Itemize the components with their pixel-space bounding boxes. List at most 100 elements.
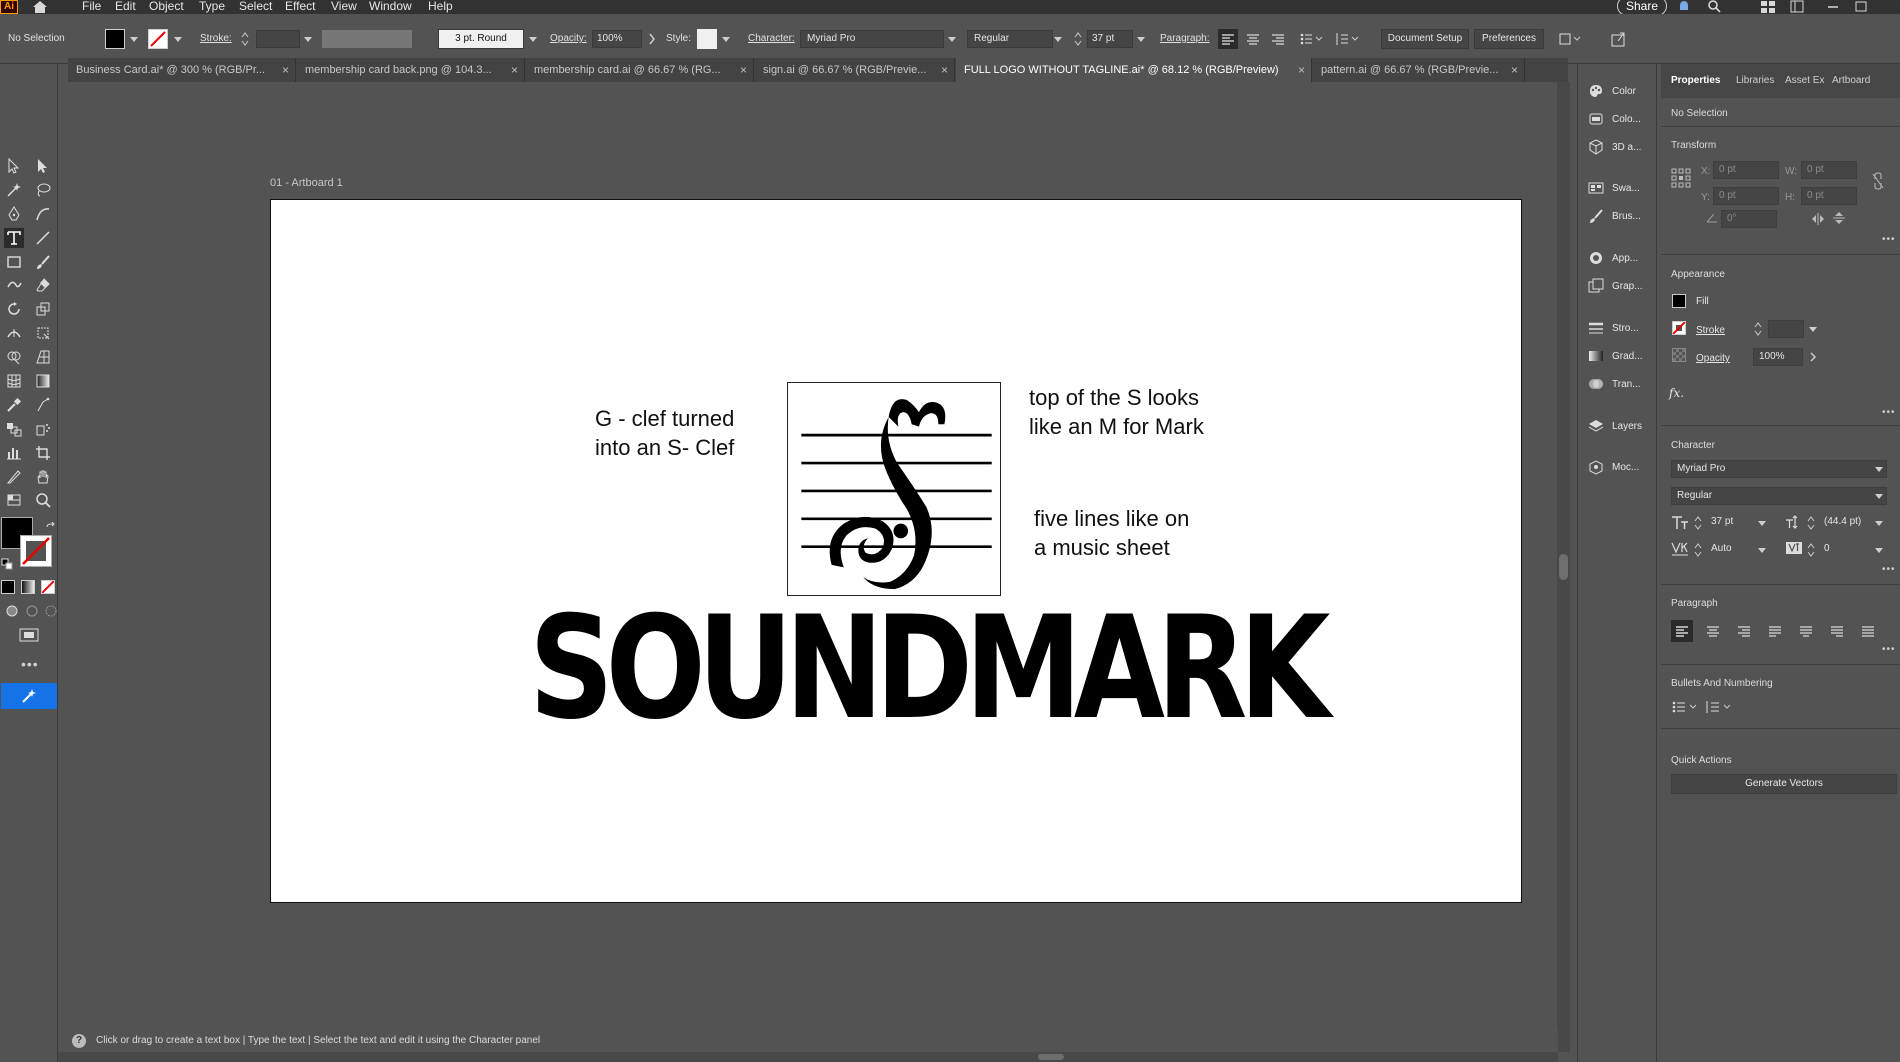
eraser-tool-icon[interactable] (33, 275, 53, 295)
rectangle-tool-icon[interactable] (4, 252, 24, 272)
stroke-label-props[interactable]: Stroke (1696, 325, 1725, 336)
line-segment-tool-icon[interactable] (33, 228, 53, 248)
minimize-icon[interactable] (1826, 0, 1840, 13)
para-justify-right-button[interactable] (1826, 620, 1848, 642)
gradient-mode-icon[interactable] (21, 580, 35, 594)
menu-type[interactable]: Type (199, 0, 225, 12)
rotate-tool-icon[interactable] (4, 299, 24, 319)
bullets-icon[interactable] (1298, 29, 1324, 49)
character-font-style-field[interactable]: Regular (1671, 487, 1887, 505)
appearance-stroke-swatch[interactable] (1672, 321, 1686, 335)
stroke-caret-icon[interactable] (174, 37, 182, 42)
dock-mockup[interactable]: Moc... (1588, 456, 1654, 478)
font-size-caret-icon[interactable] (1137, 37, 1145, 42)
default-colors-icon[interactable] (1, 558, 13, 570)
zoom-tool-icon[interactable] (33, 490, 53, 510)
shaper-tool-icon[interactable] (4, 275, 24, 295)
font-style-field[interactable]: Regular (967, 30, 1053, 48)
annotation-m-line2[interactable]: like an M for Mark (1029, 412, 1204, 441)
stroke-weight-props-caret-icon[interactable] (1809, 327, 1817, 332)
close-icon[interactable]: × (511, 58, 518, 82)
logo-mark-box[interactable] (787, 382, 1001, 596)
tab-business-card[interactable]: Business Card.ai* @ 300 % (RGB/Pr... × (68, 58, 296, 82)
dock-gradient[interactable]: Grad... (1588, 345, 1654, 367)
artboard[interactable]: G - clef turned into an S- Clef top of t… (270, 199, 1522, 903)
print-tiling-tool-icon[interactable] (4, 490, 24, 510)
char-size-stepper-icon[interactable] (1693, 514, 1703, 532)
numbering-icon[interactable] (1334, 29, 1360, 49)
fill-caret-icon[interactable] (130, 37, 138, 42)
slice-tool-icon[interactable] (4, 467, 24, 487)
close-icon[interactable]: × (740, 58, 747, 82)
character-font-family-caret-icon[interactable] (1875, 467, 1883, 472)
tab-full-logo[interactable]: FULL LOGO WITHOUT TAGLINE.ai* @ 68.12 % … (956, 58, 1312, 82)
para-align-right-button[interactable] (1733, 620, 1755, 642)
font-style-caret-icon[interactable] (1054, 37, 1062, 42)
gradient-tool-icon[interactable] (33, 371, 53, 391)
character-size-field[interactable]: 37 pt (1706, 514, 1760, 532)
symbol-sprayer-tool-icon[interactable] (33, 419, 53, 439)
para-justify-all-button[interactable] (1857, 620, 1879, 642)
tab-sign[interactable]: sign.ai @ 66.67 % (RGB/Previe... × (755, 58, 955, 82)
font-size-stepper-icon[interactable] (1073, 30, 1083, 48)
curvature-tool-icon[interactable] (33, 204, 53, 224)
w-field[interactable]: 0 pt (1801, 161, 1857, 179)
draw-normal-icon[interactable] (4, 604, 20, 618)
dock-3d[interactable]: 3D a... (1588, 136, 1654, 158)
kerning-field[interactable]: Auto (1706, 541, 1760, 559)
close-icon[interactable]: × (941, 58, 948, 82)
brush-definition-dropdown[interactable]: 3 pt. Round (438, 29, 524, 49)
font-size-field[interactable]: 37 pt (1087, 30, 1133, 48)
maximize-icon[interactable] (1854, 0, 1868, 13)
swap-fill-stroke-icon[interactable] (45, 522, 57, 534)
transform-more-icon[interactable]: ••• (1882, 234, 1896, 245)
tab-properties[interactable]: Properties (1671, 75, 1720, 86)
export-icon[interactable] (1610, 29, 1628, 49)
perspective-grid-tool-icon[interactable] (33, 347, 53, 367)
para-justify-center-button[interactable] (1795, 620, 1817, 642)
y-field[interactable]: 0 pt (1713, 187, 1779, 205)
flip-horizontal-icon[interactable] (1811, 213, 1825, 225)
character-font-family-field[interactable]: Myriad Pro (1671, 460, 1887, 478)
hand-tool-icon[interactable] (33, 467, 53, 487)
dock-brushes[interactable]: Brus... (1588, 205, 1654, 227)
tab-artboards[interactable]: Artboard (1832, 75, 1870, 86)
font-family-caret-icon[interactable] (948, 37, 956, 42)
close-icon[interactable]: × (1298, 58, 1305, 82)
font-family-field[interactable]: Myriad Pro (800, 30, 944, 48)
bell-icon[interactable] (1677, 0, 1691, 13)
draw-behind-icon[interactable] (24, 604, 40, 618)
opacity-props-field[interactable]: 100% (1753, 348, 1803, 366)
opacity-field[interactable]: 100% (592, 30, 642, 48)
horizontal-scrollbar[interactable] (58, 1052, 1558, 1062)
tracking-caret-icon[interactable] (1875, 548, 1883, 553)
measure-tool-icon[interactable] (33, 395, 53, 415)
menu-select[interactable]: Select (239, 0, 272, 12)
artboard-tool-icon[interactable] (33, 443, 53, 463)
dock-graphic-styles[interactable]: Grap... (1588, 275, 1654, 297)
variable-width-profile[interactable] (322, 30, 412, 48)
artboard-label[interactable]: 01 - Artboard 1 (270, 177, 343, 189)
para-justify-left-button[interactable] (1764, 620, 1786, 642)
dock-color-guide[interactable]: Colo... (1588, 108, 1654, 130)
reference-point-icon[interactable] (1671, 168, 1691, 188)
paintbrush-tool-icon[interactable] (33, 252, 53, 272)
annotation-m-line1[interactable]: top of the S looks (1029, 383, 1199, 412)
document-setup-button[interactable]: Document Setup (1381, 29, 1469, 49)
help-icon[interactable]: ? (72, 1034, 86, 1048)
fill-swatch[interactable] (105, 29, 125, 49)
vertical-scroll-thumb[interactable] (1559, 554, 1568, 580)
char-size-caret-icon[interactable] (1758, 521, 1766, 526)
leading-field[interactable]: (44.4 pt) (1819, 514, 1869, 532)
dock-transparency[interactable]: Tran... (1588, 373, 1654, 395)
draw-inside-icon[interactable] (44, 604, 58, 618)
align-right-button[interactable] (1268, 29, 1288, 49)
flip-vertical-icon[interactable] (1833, 211, 1845, 225)
type-tool-icon[interactable] (4, 227, 24, 248)
paragraph-label[interactable]: Paragraph: (1160, 33, 1209, 45)
dock-color[interactable]: Color (1588, 80, 1654, 102)
tab-membership-card-back[interactable]: membership card back.png @ 104.3... × (297, 58, 525, 82)
tab-asset-export[interactable]: Asset Ex (1785, 75, 1824, 86)
character-label[interactable]: Character: (748, 33, 795, 45)
workspace-grid-icon[interactable] (1760, 0, 1776, 13)
